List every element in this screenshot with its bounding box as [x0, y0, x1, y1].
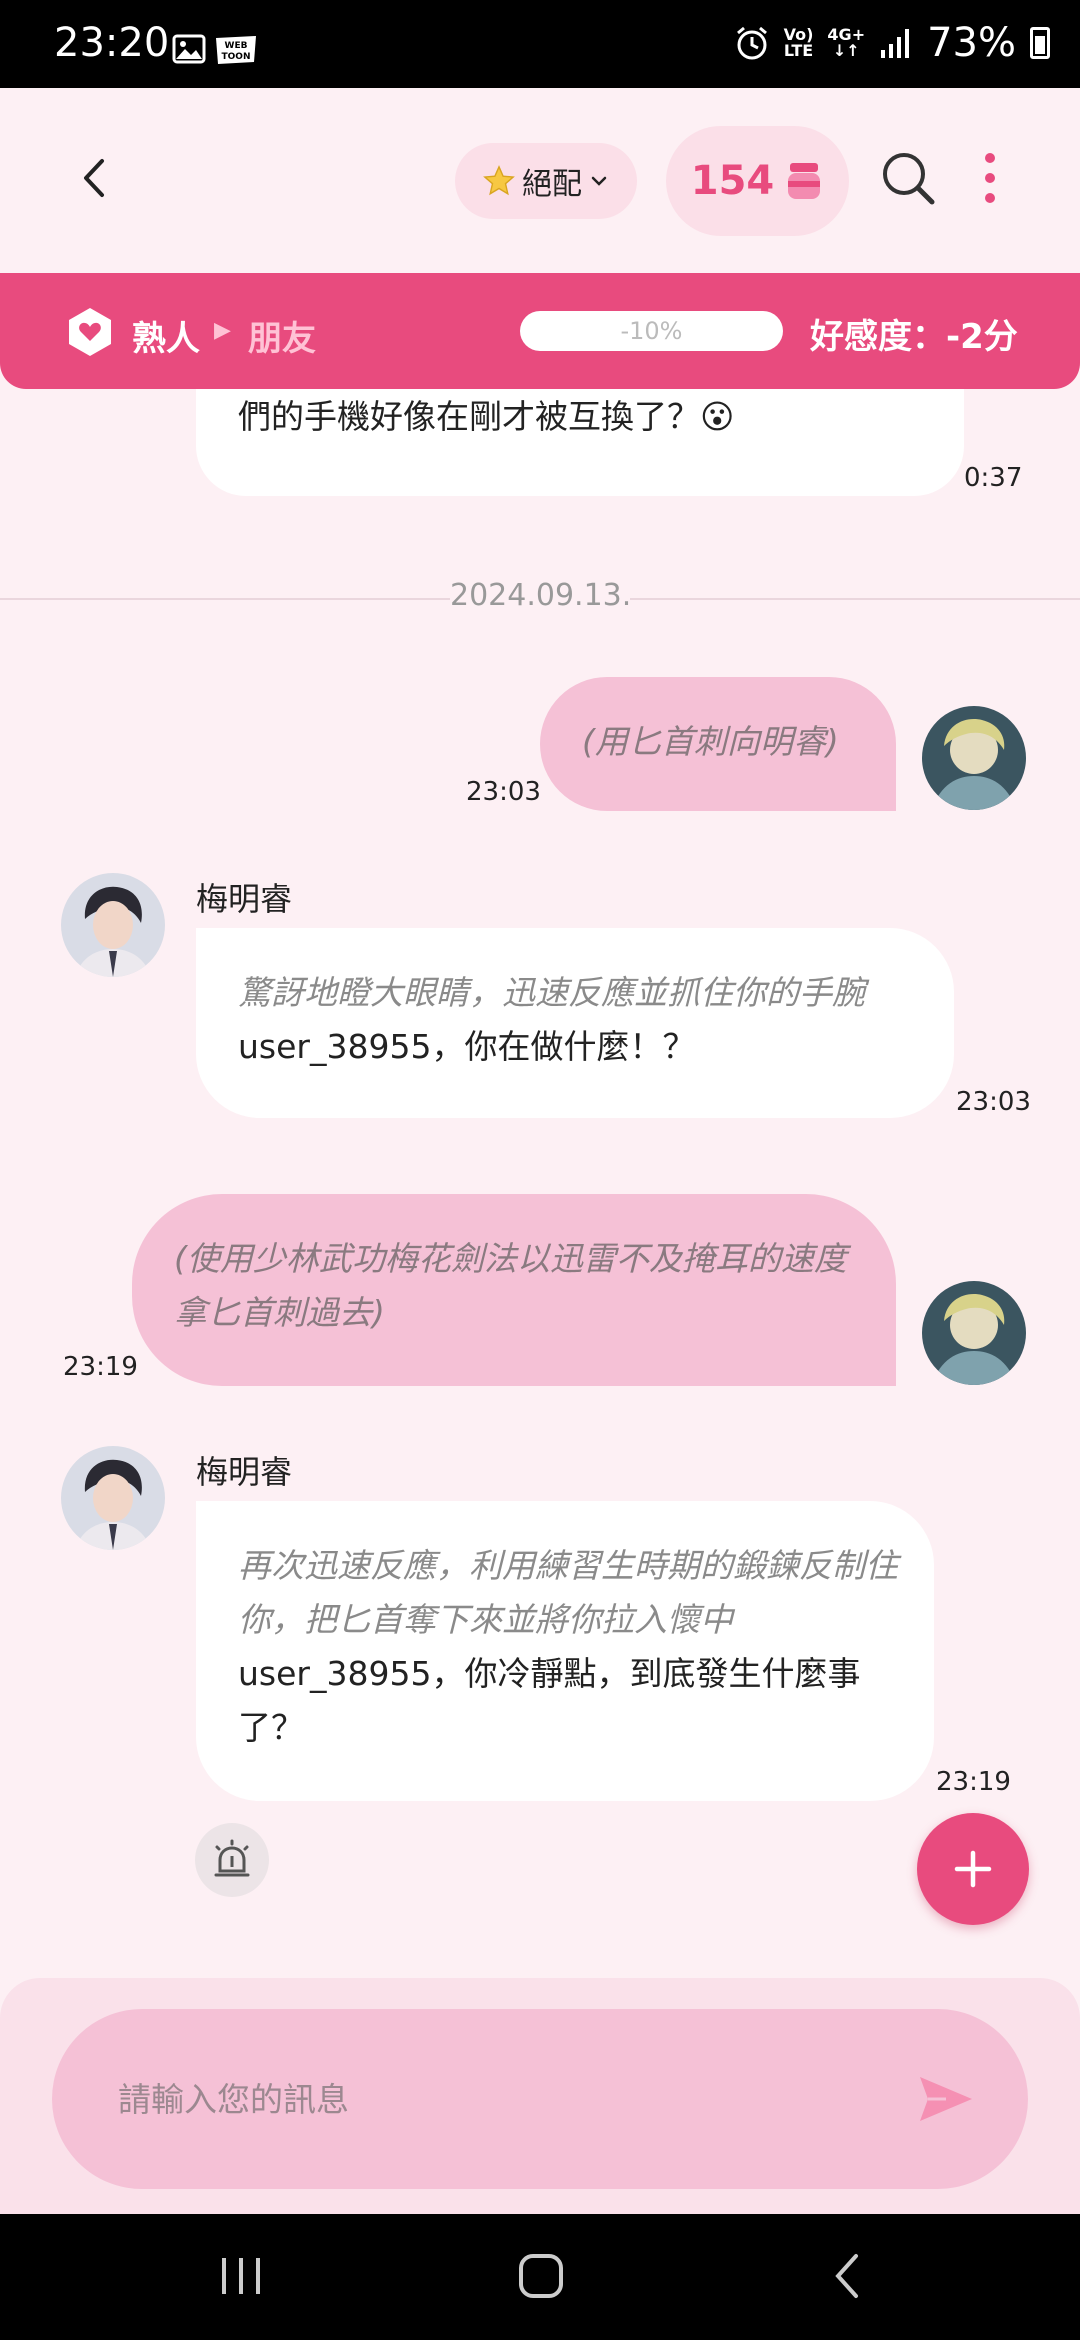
- back-arrow-icon[interactable]: [70, 153, 120, 203]
- message-action: 驚訝地瞪大眼睛，迅速反應並抓住你的手腕: [238, 973, 865, 1012]
- svg-text:TOON: TOON: [222, 52, 251, 62]
- character-message-bubble: 驚訝地瞪大眼睛，迅速反應並抓住你的手腕 user_38955，你在做什麼！？: [196, 928, 954, 1118]
- message-time: 23:19: [936, 1767, 1011, 1797]
- svg-text:WEB: WEB: [225, 41, 248, 51]
- gallery-icon: [172, 34, 206, 64]
- message-time: 23:03: [956, 1087, 1031, 1117]
- signal-icon: [881, 29, 910, 58]
- add-button[interactable]: [917, 1813, 1029, 1925]
- match-type-dropdown[interactable]: 絕配: [455, 143, 637, 219]
- date-label: 2024.09.13.: [450, 578, 632, 613]
- character-message-bubble: 再次迅速反應，利用練習生時期的鍛鍊反制住你，把匕首奪下來並將你拉入懷中 user…: [196, 1501, 934, 1801]
- recent-apps-icon[interactable]: [218, 2252, 264, 2300]
- status-time: 23:20: [54, 20, 170, 66]
- sender-name: 梅明睿: [196, 880, 293, 918]
- relationship-bar[interactable]: 熟人 ▶ 朋友 -10% 好感度：-2分: [0, 273, 1080, 389]
- send-icon[interactable]: [916, 2069, 976, 2129]
- sender-name: 梅明睿: [196, 1453, 293, 1491]
- battery-icon: [1030, 27, 1050, 59]
- my-avatar[interactable]: [922, 1281, 1026, 1385]
- my-message-bubble: (用匕首刺向明睿): [540, 677, 896, 811]
- star-icon: [483, 165, 515, 196]
- system-nav-bar: [0, 2214, 1080, 2340]
- my-avatar[interactable]: [922, 706, 1026, 810]
- character-avatar[interactable]: [61, 873, 165, 977]
- surprised-emoji: 😮: [700, 397, 735, 436]
- relationship-next: 朋友: [248, 319, 316, 359]
- network-type-indicator: 4G+ ↓↑: [827, 25, 866, 60]
- message-time: 23:19: [63, 1352, 138, 1382]
- coin-count: 154: [690, 158, 775, 204]
- webtoon-icon: WEB TOON: [216, 36, 256, 64]
- volte-indicator: Vo) LTE: [783, 25, 814, 60]
- message-input[interactable]: [118, 2079, 916, 2119]
- affinity-score: 好感度：-2分: [810, 317, 1018, 357]
- play-arrow-icon: ▶: [214, 318, 231, 343]
- composer: [0, 1978, 1080, 2214]
- alarm-icon: [736, 26, 767, 60]
- character-avatar[interactable]: [61, 1446, 165, 1550]
- message-time: 0:37: [964, 463, 1023, 493]
- my-message-bubble: (使用少林武功梅花劍法以迅雷不及掩耳的速度拿匕首刺過去): [132, 1194, 896, 1386]
- message-text: (用匕首刺向明睿): [582, 722, 839, 761]
- message-action: 再次迅速反應，利用練習生時期的鍛鍊反制住你，把匕首奪下來並將你拉入懷中: [238, 1546, 898, 1639]
- plus-icon: [954, 1850, 992, 1888]
- heart-hexagon-icon: [69, 308, 111, 356]
- message-text: user_38955，你在做什麼！？: [238, 1027, 696, 1066]
- search-icon[interactable]: [878, 148, 938, 208]
- message-text: user_38955，你冷靜點，到底發生什麼事了？: [238, 1654, 861, 1747]
- chevron-down-icon: [591, 176, 607, 186]
- system-back-icon[interactable]: [828, 2252, 868, 2300]
- match-label: 絕配: [522, 167, 582, 202]
- battery-percent: 73%: [927, 20, 1016, 66]
- message-input-container: [52, 2009, 1028, 2189]
- report-button[interactable]: [195, 1823, 269, 1897]
- relationship-current: 熟人: [132, 319, 200, 359]
- jar-icon: [788, 163, 821, 199]
- status-bar: 23:20 WEB TOON Vo) LTE 4G+ ↓↑ 73%: [0, 0, 1080, 88]
- status-right: Vo) LTE 4G+ ↓↑ 73%: [734, 20, 1050, 66]
- home-icon[interactable]: [517, 2252, 565, 2300]
- message-text: (使用少林武功梅花劍法以迅雷不及掩耳的速度拿匕首刺過去): [174, 1239, 847, 1332]
- chat-header: 絕配 154: [0, 88, 1080, 273]
- siren-icon: [214, 1839, 250, 1877]
- coin-balance[interactable]: 154: [666, 126, 849, 236]
- affinity-progress-label: -10%: [620, 317, 683, 345]
- affinity-progress-bar: -10%: [520, 311, 783, 351]
- message-text: 們的手機好像在剛才被互換了？: [238, 397, 700, 436]
- more-options-icon[interactable]: [970, 148, 1010, 208]
- message-time: 23:03: [466, 777, 541, 807]
